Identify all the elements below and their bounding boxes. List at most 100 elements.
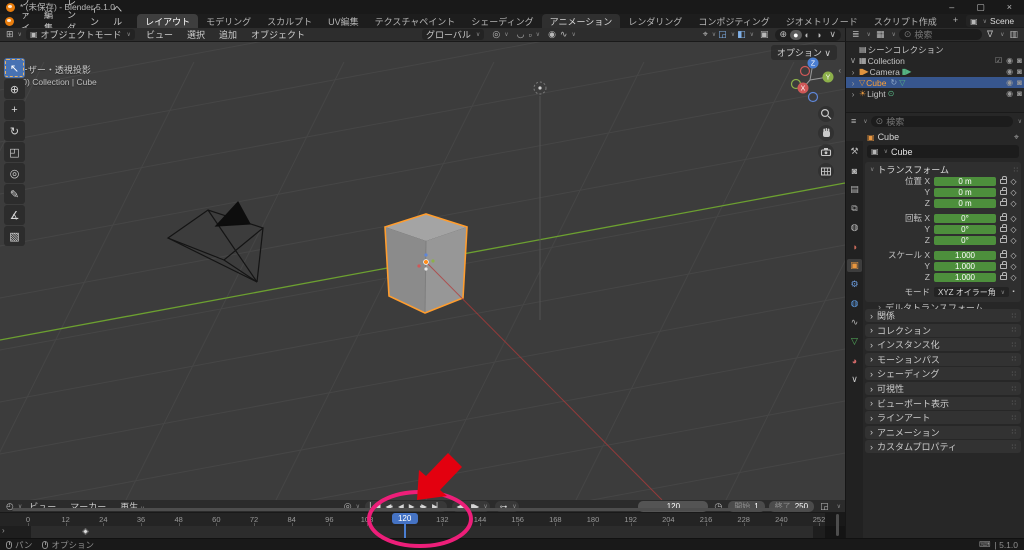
section-5[interactable]: › 可視性 ∷ [865, 382, 1021, 395]
maximize-button[interactable]: ▢ [976, 2, 985, 13]
section-0[interactable]: › 関係 ∷ [865, 309, 1021, 322]
tab-view-layer[interactable]: ⧉ [847, 202, 862, 215]
section-9[interactable]: › カスタムプロパティ ∷ [865, 440, 1021, 454]
workspace-tab-10[interactable]: スクリプト作成 [866, 14, 945, 29]
navigation-gizmo[interactable]: Z Y X [778, 50, 842, 116]
transform-value-field[interactable]: 1.000 [934, 250, 996, 260]
blender-menu-icon[interactable] [5, 16, 14, 26]
3d-viewport[interactable]: ユーザー・透視投影 (120) Collection | Cube ↖ ⊕ + ↻ ◰ ◎… [0, 42, 845, 500]
viewport-menu-1[interactable]: 選択 [180, 27, 212, 42]
workspace-tab-9[interactable]: ジオメトリノード [778, 14, 866, 29]
tab-tool[interactable]: ⚒ [847, 145, 862, 158]
timeline-menu-1[interactable]: マーカー [63, 499, 113, 514]
shading-dropdown[interactable]: ∨ [826, 29, 839, 40]
section-6[interactable]: › ビューポート表示 ∷ [865, 396, 1021, 410]
scene-selector[interactable]: ▣∨ Scene ⌖ ⧉ × [966, 15, 1024, 27]
expander-icon[interactable]: › [849, 89, 857, 99]
display-mode-icon[interactable]: ▦ [874, 29, 887, 40]
transform-value-field[interactable]: 1.000 [934, 272, 996, 282]
tool-transform[interactable]: ◎ [4, 163, 25, 183]
keyframe-diamond-icon[interactable]: ◇ [1009, 188, 1018, 197]
panel-dots-icon[interactable]: ∷ [1012, 341, 1016, 349]
eye-icon[interactable]: ◉ [1006, 78, 1013, 87]
axis-neg-x-ball[interactable] [799, 65, 811, 77]
timeline-vscrollbar[interactable] [836, 514, 839, 536]
camera-view-button[interactable] [818, 144, 834, 160]
shading-material-icon[interactable]: ◐ [802, 30, 813, 40]
panel-dots-icon[interactable]: ∷ [1012, 385, 1016, 393]
expander-icon[interactable]: › [849, 67, 857, 77]
timeline-filter-icon[interactable]: ◲ [818, 501, 831, 512]
outliner-row-light[interactable]: › ☀ Light ⊙ ◉ ◙ [846, 88, 1024, 99]
editor-type-icon[interactable]: ⊞ [4, 29, 16, 40]
workspace-tab-4[interactable]: テクスチャペイント [367, 14, 464, 29]
viewport-menu-2[interactable]: 追加 [212, 27, 244, 42]
camera-restrict-icon[interactable]: ◙ [1017, 78, 1022, 87]
transform-value-field[interactable]: 0 m [934, 198, 996, 208]
keyframe-diamond-icon[interactable]: ◇ [1009, 262, 1018, 271]
transform-orientation-selector[interactable]: グローバル ∨ [422, 29, 485, 40]
section-3[interactable]: › モーションパス ∷ [865, 352, 1021, 366]
transform-value-field[interactable]: 0° [934, 235, 996, 245]
timeline-menu-2[interactable]: 再生∨ [113, 499, 151, 514]
viewport-menu-0[interactable]: ビュー [139, 27, 180, 42]
tool-scale[interactable]: ◰ [4, 142, 25, 162]
breadcrumb-object[interactable]: Cube [878, 132, 900, 142]
tab-scene[interactable]: ◍ [847, 221, 862, 234]
keyframe-diamond-icon[interactable]: ◇ [1009, 225, 1018, 234]
transform-value-field[interactable]: 1.000 [934, 261, 996, 271]
mode-selector[interactable]: ▣ オブジェクトモード ∨ [25, 29, 135, 40]
minimize-button[interactable]: – [949, 2, 954, 13]
lock-icon[interactable] [1000, 234, 1007, 243]
keyframe-diamond-icon[interactable]: ◇ [1009, 177, 1018, 186]
outliner-search-input[interactable]: ⊙ 検索 [898, 29, 983, 40]
proportional-editing-icon[interactable]: ◉ [546, 29, 558, 40]
pivot-point-icon[interactable]: ◎ [490, 29, 502, 40]
lock-icon[interactable] [1000, 175, 1007, 184]
timeline-hscrollbar[interactable] [12, 508, 810, 511]
panel-dots-icon[interactable]: ∷ [1012, 443, 1016, 451]
tool-rotate[interactable]: ↻ [4, 121, 25, 141]
transform-panel-header[interactable]: ∨ トランスフォーム ∷ [868, 164, 1018, 175]
tool-cursor[interactable]: ⊕ [4, 79, 25, 99]
camera-restrict-icon[interactable]: ◙ [1017, 89, 1022, 98]
panel-dots-icon[interactable]: ∷ [1012, 312, 1016, 320]
shading-solid-icon[interactable]: ● [790, 29, 802, 40]
snap-target-icon[interactable]: ▫ [526, 30, 533, 40]
light-object[interactable] [533, 81, 547, 95]
checkbox-icon[interactable]: ☑ [995, 56, 1002, 65]
rotation-mode-dropdown[interactable]: XYZ オイラー角 ∨ [934, 287, 1009, 297]
tab-material[interactable]: ◕ [847, 354, 862, 367]
workspace-tab-6[interactable]: アニメーション [541, 13, 621, 29]
lock-icon[interactable] [1000, 223, 1007, 232]
pin-id-icon[interactable]: ⌖ [1014, 132, 1019, 143]
lock-icon[interactable] [1000, 212, 1007, 221]
camera-object[interactable] [166, 200, 265, 283]
tab-world[interactable]: ◑ [847, 240, 862, 253]
workspace-tab-11[interactable]: + [945, 14, 966, 29]
outliner-row-scene-collection[interactable]: ▤ シーンコレクション [846, 44, 1024, 55]
outliner-row-collection[interactable]: ∨ ▦ Collection ☑ ◉ ◙ [846, 55, 1024, 66]
panel-dots-icon[interactable]: ∷ [1012, 399, 1016, 407]
outliner-row-camera[interactable]: › ▮▶ Camera ▮▶ ◉ ◙ [846, 66, 1024, 77]
panel-dots-icon[interactable]: ∷ [1012, 370, 1016, 378]
viewport-menu-3[interactable]: オブジェクト [244, 27, 312, 42]
panel-dots-icon[interactable]: ∷ [1012, 326, 1016, 334]
transform-value-field[interactable]: 0 m [934, 176, 996, 186]
xray-icon[interactable]: ◧ [735, 29, 748, 40]
lock-icon[interactable] [1000, 186, 1007, 195]
panel-dots-icon[interactable]: ∷ [1012, 355, 1016, 363]
tab-output[interactable]: ▤ [847, 183, 862, 196]
section-7[interactable]: › ラインアート ∷ [865, 411, 1021, 425]
properties-options-dropdown[interactable]: ∨ [1018, 118, 1022, 125]
timeline-track[interactable]: › [0, 526, 845, 538]
camera-restrict-icon[interactable]: ◙ [1017, 67, 1022, 76]
proportional-falloff-icon[interactable]: ∿ [558, 29, 570, 40]
tab-render[interactable]: ◙ [847, 164, 862, 177]
tab-object[interactable]: ▣ [847, 259, 862, 272]
keyframe-diamond-icon[interactable]: ◇ [1009, 251, 1018, 260]
tab-constraints[interactable]: ∿ [847, 316, 862, 329]
eye-icon[interactable]: ◉ [1006, 67, 1013, 76]
transform-value-field[interactable]: 0° [934, 213, 996, 223]
tool-annotate[interactable]: ✎ [4, 184, 25, 204]
